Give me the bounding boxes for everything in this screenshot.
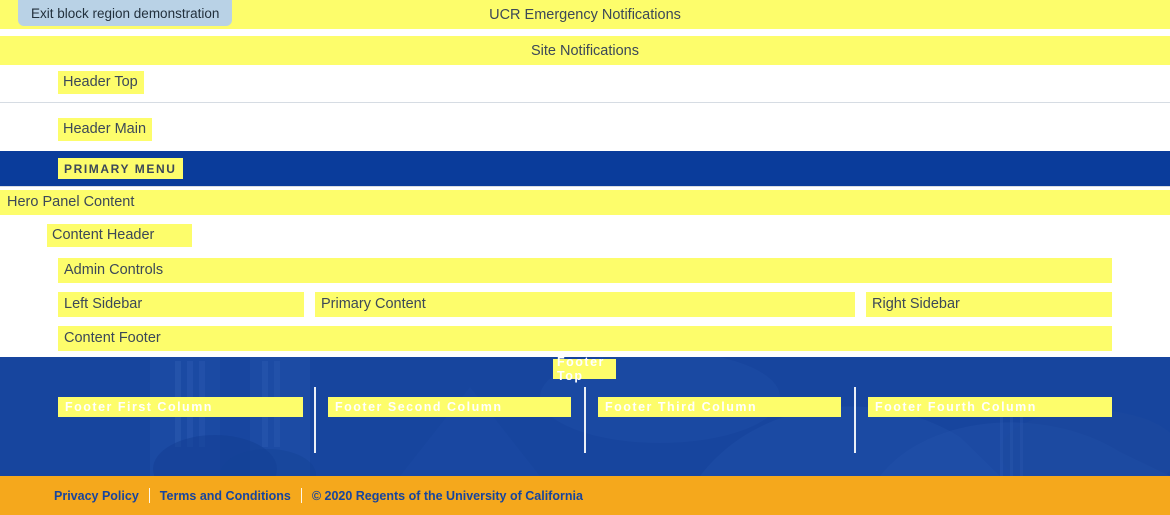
right-sidebar-region-label: Right Sidebar: [866, 292, 1112, 317]
copyright-text: © 2020 Regents of the University of Cali…: [311, 488, 583, 503]
footer-column-divider-3: [854, 387, 856, 453]
page-root: UCR Emergency Notifications Exit block r…: [0, 0, 1170, 515]
footer-fourth-column-label: Footer Fourth Column: [868, 397, 1112, 417]
terms-and-conditions-link[interactable]: Terms and Conditions: [160, 489, 291, 503]
left-sidebar-region-label: Left Sidebar: [58, 292, 304, 317]
header-main-region-label: Header Main: [58, 118, 153, 141]
primary-menu-region-label: PRIMARY MENU: [58, 158, 183, 179]
footer-top-region-label: Footer Top: [553, 355, 616, 383]
header-top-region-label: Header Top: [58, 71, 144, 94]
site-notification-bar: Site Notifications: [0, 36, 1170, 65]
footer-column-divider-2: [584, 387, 586, 453]
footer-second-column-label: Footer Second Column: [328, 397, 571, 417]
footer-third-column-label: Footer Third Column: [598, 397, 841, 417]
footer-column-divider-1: [314, 387, 316, 453]
legal-separator-1: [148, 488, 150, 503]
exit-block-region-demo-button[interactable]: Exit block region demonstration: [18, 0, 233, 26]
header-divider-2: [0, 186, 1170, 187]
hero-panel-region-label: Hero Panel Content: [0, 190, 1170, 215]
content-header-region-label: Content Header: [47, 224, 192, 247]
header-divider-1: [0, 102, 1170, 103]
primary-content-region-label: Primary Content: [315, 292, 855, 317]
privacy-policy-link[interactable]: Privacy Policy: [54, 489, 139, 503]
content-footer-region-label: Content Footer: [58, 326, 1112, 351]
footer-first-column-label: Footer First Column: [58, 397, 303, 417]
legal-bar: Privacy Policy Terms and Conditions © 20…: [0, 476, 1170, 515]
admin-controls-region-label: Admin Controls: [58, 258, 1112, 283]
legal-separator-2: [300, 488, 302, 503]
